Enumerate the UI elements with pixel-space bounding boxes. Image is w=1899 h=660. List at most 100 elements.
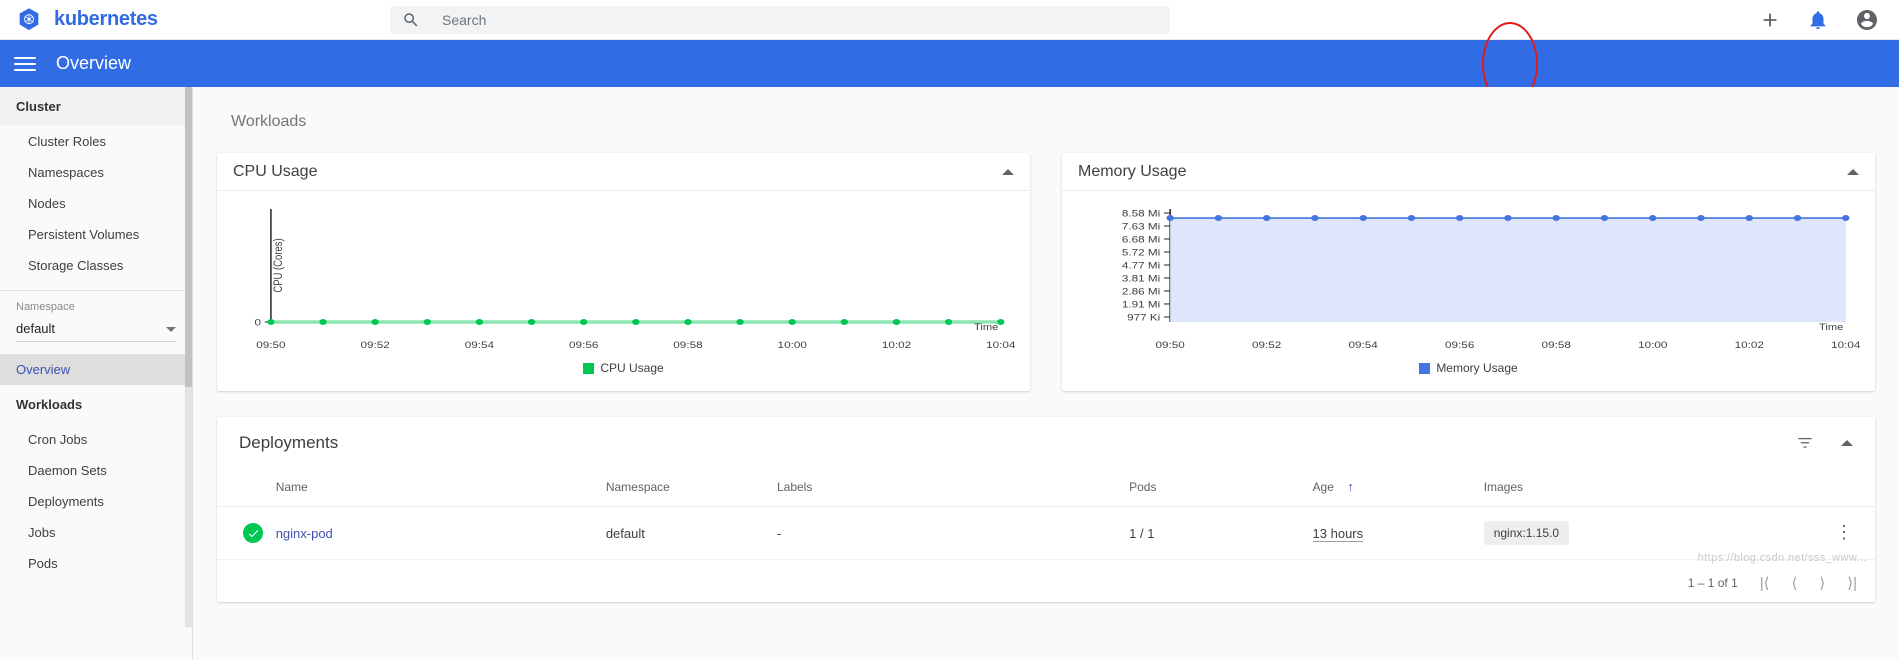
svg-text:10:00: 10:00 [778, 340, 807, 351]
sidebar-scrollbar[interactable] [185, 87, 192, 627]
main-content: Workloads CPU Usage 0 CPU (Cores) 09:50 09:… [193, 87, 1899, 660]
memory-chart-body: 8.58 Mi 7.63 Mi 6.68 Mi 5.72 Mi 4.77 Mi 3.81 … [1062, 191, 1875, 391]
memory-card-title: Memory Usage [1078, 162, 1187, 180]
sidebar-item-pods[interactable]: Pods [0, 548, 192, 579]
memory-usage-chart: 8.58 Mi 7.63 Mi 6.68 Mi 5.72 Mi 4.77 Mi 3.81 … [1122, 208, 1861, 351]
svg-text:09:56: 09:56 [1445, 340, 1474, 351]
deployment-name-link[interactable]: nginx-pod [276, 526, 333, 541]
section-title: Workloads [231, 113, 307, 130]
sidebar-item-persistent-volumes[interactable]: Persistent Volumes [0, 219, 192, 250]
next-page-icon[interactable]: ⟩ [1819, 574, 1825, 592]
svg-text:5.72 Mi: 5.72 Mi [1122, 247, 1160, 258]
th-actions [1801, 469, 1875, 507]
namespace-select[interactable]: default [16, 313, 176, 342]
cpu-chart-legend: CPU Usage [229, 361, 1018, 383]
svg-text:10:02: 10:02 [1735, 340, 1764, 351]
table-pagination: 1 – 1 of 1 |⟨ ⟨ ⟩ ⟩| [217, 560, 1875, 602]
metric-cards-row: CPU Usage 0 CPU (Cores) 09:50 09:52 09:54 09:… [217, 153, 1875, 391]
th-pods[interactable]: Pods [1129, 469, 1313, 507]
search-input[interactable] [442, 11, 1158, 28]
deployments-card: Deployments Name Namespace Labels Pods A… [217, 417, 1875, 602]
brand-logo[interactable]: kubernetes [0, 7, 390, 33]
sidebar: Cluster Cluster Roles Namespaces Nodes P… [0, 87, 193, 660]
table-row[interactable]: nginx-pod default - 1 / 1 13 hours nginx… [217, 506, 1875, 560]
namespace-value: default [16, 321, 56, 336]
sidebar-item-daemon-sets[interactable]: Daemon Sets [0, 455, 192, 486]
th-namespace[interactable]: Namespace [605, 469, 777, 507]
sidebar-item-nodes[interactable]: Nodes [0, 188, 192, 219]
prev-page-icon[interactable]: ⟨ [1792, 574, 1798, 592]
sidebar-item-overview[interactable]: Overview [0, 354, 192, 385]
th-labels[interactable]: Labels [776, 469, 1130, 507]
cpu-chart-body: 0 CPU (Cores) 09:50 09:52 09:54 09:56 09:58 10:… [217, 191, 1030, 391]
chevron-up-icon[interactable] [1002, 168, 1014, 175]
svg-text:09:58: 09:58 [673, 340, 702, 351]
cell-namespace: default [605, 506, 777, 560]
pagination-range: 1 – 1 of 1 [1687, 576, 1738, 590]
legend-swatch-cpu [583, 362, 595, 374]
memory-usage-card: Memory Usage 8.58 Mi 7.63 Mi 6.68 Mi 5.72 M… [1062, 153, 1875, 391]
cell-status [217, 506, 276, 560]
th-images[interactable]: Images [1483, 469, 1802, 507]
top-bar-actions [1759, 8, 1899, 32]
sidebar-item-namespaces[interactable]: Namespaces [0, 157, 192, 188]
svg-text:1.91 Mi: 1.91 Mi [1122, 299, 1160, 310]
svg-text:09:50: 09:50 [1156, 340, 1185, 351]
th-age-label: Age [1312, 480, 1334, 494]
sidebar-item-cron-jobs[interactable]: Cron Jobs [0, 424, 192, 455]
cpu-card-title: CPU Usage [233, 162, 318, 180]
page-header: Overview [0, 40, 1899, 87]
check-circle-icon [243, 523, 263, 543]
svg-text:09:52: 09:52 [361, 340, 390, 351]
search-icon [404, 12, 418, 26]
svg-text:CPU (Cores): CPU (Cores) [272, 238, 285, 292]
sidebar-group-cluster[interactable]: Cluster [0, 87, 192, 126]
account-circle-icon[interactable] [1855, 8, 1879, 32]
table-header-row: Name Namespace Labels Pods Age ↑ Images [217, 469, 1875, 507]
svg-text:6.68 Mi: 6.68 Mi [1122, 234, 1160, 245]
hamburger-icon[interactable] [14, 53, 36, 75]
plus-icon[interactable] [1759, 9, 1781, 31]
svg-text:09:50: 09:50 [256, 340, 285, 351]
cpu-usage-card: CPU Usage 0 CPU (Cores) 09:50 09:52 09:54 09:… [217, 153, 1030, 391]
arrow-up-icon: ↑ [1347, 479, 1354, 494]
sidebar-item-deployments[interactable]: Deployments [0, 486, 192, 517]
sidebar-item-storage-classes[interactable]: Storage Classes [0, 250, 192, 281]
image-chip: nginx:1.15.0 [1483, 521, 1570, 545]
cpu-usage-chart: 0 CPU (Cores) 09:50 09:52 09:54 09:56 09:58 10:… [255, 209, 1015, 351]
th-name[interactable]: Name [275, 469, 606, 507]
watermark-text: https://blog.csdn.net/sss_www... [1697, 552, 1867, 564]
cell-name[interactable]: nginx-pod [275, 506, 606, 560]
legend-label-cpu: CPU Usage [600, 361, 664, 375]
legend-swatch-memory [1419, 362, 1431, 374]
filter-icon[interactable] [1795, 433, 1815, 453]
svg-text:09:54: 09:54 [465, 340, 494, 351]
bell-icon[interactable] [1807, 9, 1829, 31]
cell-labels: - [776, 506, 1130, 560]
cell-age: 13 hours [1312, 506, 1484, 560]
sidebar-scrollbar-thumb[interactable] [185, 87, 192, 387]
chevron-up-icon[interactable] [1841, 440, 1853, 446]
svg-text:977 Ki: 977 Ki [1127, 312, 1160, 323]
chevron-up-icon[interactable] [1847, 168, 1859, 175]
svg-text:09:58: 09:58 [1542, 340, 1571, 351]
svg-text:0: 0 [255, 317, 262, 328]
more-vert-icon[interactable]: ⋮ [1835, 522, 1853, 542]
svg-text:7.63 Mi: 7.63 Mi [1122, 221, 1160, 232]
th-age[interactable]: Age ↑ [1312, 469, 1484, 507]
deployments-table: Name Namespace Labels Pods Age ↑ Images [217, 469, 1875, 560]
sidebar-group-workloads[interactable]: Workloads [0, 385, 192, 424]
svg-text:10:02: 10:02 [882, 340, 911, 351]
svg-text:Time: Time [1819, 323, 1844, 333]
svg-text:09:56: 09:56 [569, 340, 598, 351]
svg-text:8.58 Mi: 8.58 Mi [1122, 208, 1160, 219]
first-page-icon[interactable]: |⟨ [1760, 574, 1770, 592]
sidebar-item-jobs[interactable]: Jobs [0, 517, 192, 548]
last-page-icon[interactable]: ⟩| [1847, 574, 1857, 592]
svg-text:10:04: 10:04 [986, 340, 1015, 351]
search-bar[interactable] [390, 5, 1170, 34]
age-value: 13 hours [1312, 525, 1364, 542]
sidebar-item-cluster-roles[interactable]: Cluster Roles [0, 126, 192, 157]
namespace-selector-block: Namespace default [0, 291, 192, 342]
kubernetes-logo-icon [19, 7, 39, 30]
